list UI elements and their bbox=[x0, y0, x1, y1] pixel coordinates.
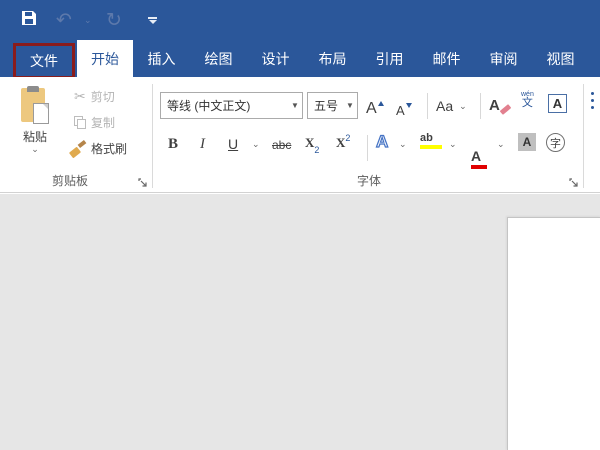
chevron-down-icon[interactable]: ▼ bbox=[343, 101, 357, 110]
clipboard-group-label: 剪贴板 bbox=[0, 172, 140, 189]
enclose-characters-icon: 字 bbox=[546, 133, 565, 152]
change-case-button[interactable]: Aa ⌄ bbox=[436, 94, 467, 118]
underline-dropdown[interactable]: ⌄ bbox=[252, 140, 260, 148]
text-effects-icon: A bbox=[376, 132, 388, 152]
redo-button[interactable]: ↻ bbox=[106, 8, 122, 32]
undo-dropdown[interactable]: ⌄ bbox=[84, 8, 92, 32]
character-shading-icon: A bbox=[518, 133, 536, 151]
title-bar: ↶ ⌄ ↻ 文件 开始 插入 绘图 设计 bbox=[0, 0, 600, 77]
redo-icon: ↻ bbox=[106, 9, 122, 31]
text-effects-dropdown[interactable]: ⌄ bbox=[399, 140, 407, 148]
paste-label: 粘贴 bbox=[23, 128, 47, 145]
character-border-icon: A bbox=[548, 94, 567, 113]
tab-file-label: 文件 bbox=[30, 51, 58, 71]
format-painter-brush-icon bbox=[70, 142, 86, 156]
tab-insert[interactable]: 插入 bbox=[133, 40, 190, 77]
save-button[interactable] bbox=[20, 8, 38, 32]
clear-formatting-button[interactable]: A bbox=[489, 93, 506, 117]
tab-references[interactable]: 引用 bbox=[361, 40, 418, 77]
bullets-icon-partial[interactable] bbox=[591, 92, 594, 109]
grow-font-button[interactable]: A bbox=[366, 94, 384, 118]
document-workspace bbox=[0, 194, 600, 450]
tab-home[interactable]: 开始 bbox=[77, 40, 133, 77]
font-name-combo[interactable]: 等线 (中文正文) ▼ bbox=[160, 92, 303, 119]
format-painter-button[interactable]: 格式刷 bbox=[70, 140, 127, 157]
text-highlight-button[interactable]: ab bbox=[420, 132, 600, 149]
customize-quick-access-toolbar-button[interactable] bbox=[148, 8, 157, 32]
bold-button[interactable]: B bbox=[168, 136, 178, 153]
superscript-button[interactable]: X 2 bbox=[336, 133, 350, 151]
chevron-down-icon: ⌄ bbox=[449, 140, 457, 148]
font-dialog-launcher[interactable] bbox=[568, 176, 580, 188]
font-name-value: 等线 (中文正文) bbox=[161, 97, 288, 114]
tab-draw[interactable]: 绘图 bbox=[190, 40, 247, 77]
customize-qat-icon bbox=[148, 17, 157, 19]
clipboard-dialog-launcher[interactable] bbox=[137, 176, 149, 188]
copy-icon bbox=[74, 116, 86, 129]
chevron-down-icon: ⌄ bbox=[252, 140, 260, 148]
chevron-down-icon: ⌄ bbox=[399, 140, 407, 148]
undo-icon: ↶ bbox=[56, 9, 72, 31]
tab-review[interactable]: 审阅 bbox=[475, 40, 532, 77]
font-color-button[interactable]: A bbox=[471, 148, 600, 169]
word-window: ↶ ⌄ ↻ 文件 开始 插入 绘图 设计 bbox=[0, 0, 600, 450]
copy-button[interactable]: 复制 bbox=[74, 114, 115, 131]
triangle-up-icon bbox=[378, 101, 384, 106]
character-border-button[interactable]: A bbox=[548, 94, 567, 113]
enclose-characters-button[interactable]: 字 bbox=[546, 133, 565, 152]
character-shading-button[interactable]: A bbox=[518, 133, 536, 151]
group-separator bbox=[583, 84, 584, 188]
strikethrough-button[interactable]: abc bbox=[272, 138, 291, 152]
paste-clipboard-icon bbox=[21, 86, 49, 124]
tab-mailings[interactable]: 邮件 bbox=[418, 40, 475, 77]
text-highlight-dropdown[interactable]: ⌄ bbox=[449, 140, 457, 148]
chevron-down-icon[interactable]: ▼ bbox=[288, 101, 302, 110]
font-color-dropdown[interactable]: ⌄ bbox=[497, 140, 505, 148]
font-group-label: 字体 bbox=[155, 172, 583, 189]
ribbon: 粘贴 ⌄ ✂ 剪切 复制 格式刷 剪贴板 等线 (中文正文) ▼ 五号 ▼ bbox=[0, 77, 600, 193]
chevron-down-icon: ⌄ bbox=[497, 140, 505, 148]
tab-design[interactable]: 设计 bbox=[247, 40, 304, 77]
quick-access-toolbar: ↶ ⌄ ↻ bbox=[0, 0, 600, 40]
highlight-color-bar bbox=[420, 145, 442, 149]
tab-view[interactable]: 视图 bbox=[532, 40, 589, 77]
underline-button[interactable]: U bbox=[228, 136, 238, 152]
triangle-down-icon bbox=[406, 103, 412, 108]
font-color-bar bbox=[471, 165, 487, 169]
document-page[interactable] bbox=[507, 217, 600, 450]
paste-button[interactable]: 粘贴 ⌄ bbox=[8, 82, 62, 170]
phonetic-guide-icon: wén 文 bbox=[521, 91, 534, 109]
save-icon bbox=[20, 9, 38, 32]
undo-button[interactable]: ↶ bbox=[56, 8, 72, 32]
phonetic-guide-button[interactable]: wén 文 bbox=[521, 91, 534, 109]
eraser-icon bbox=[500, 104, 512, 115]
shrink-font-button[interactable]: A bbox=[396, 96, 412, 118]
font-size-combo[interactable]: 五号 ▼ bbox=[307, 92, 358, 119]
cut-button[interactable]: ✂ 剪切 bbox=[74, 88, 115, 105]
chevron-down-icon: ⌄ bbox=[84, 15, 92, 26]
tab-layout[interactable]: 布局 bbox=[304, 40, 361, 77]
text-effects-button[interactable]: A bbox=[376, 132, 388, 152]
group-separator bbox=[152, 84, 153, 188]
italic-button[interactable]: I bbox=[200, 136, 205, 153]
subscript-button[interactable]: X 2 bbox=[305, 135, 319, 151]
scissors-icon: ✂ bbox=[74, 89, 86, 105]
paste-dropdown-chevron-icon[interactable]: ⌄ bbox=[31, 145, 39, 153]
tab-file[interactable]: 文件 bbox=[13, 43, 75, 79]
chevron-down-icon: ⌄ bbox=[459, 102, 467, 110]
font-size-value: 五号 bbox=[308, 97, 343, 114]
